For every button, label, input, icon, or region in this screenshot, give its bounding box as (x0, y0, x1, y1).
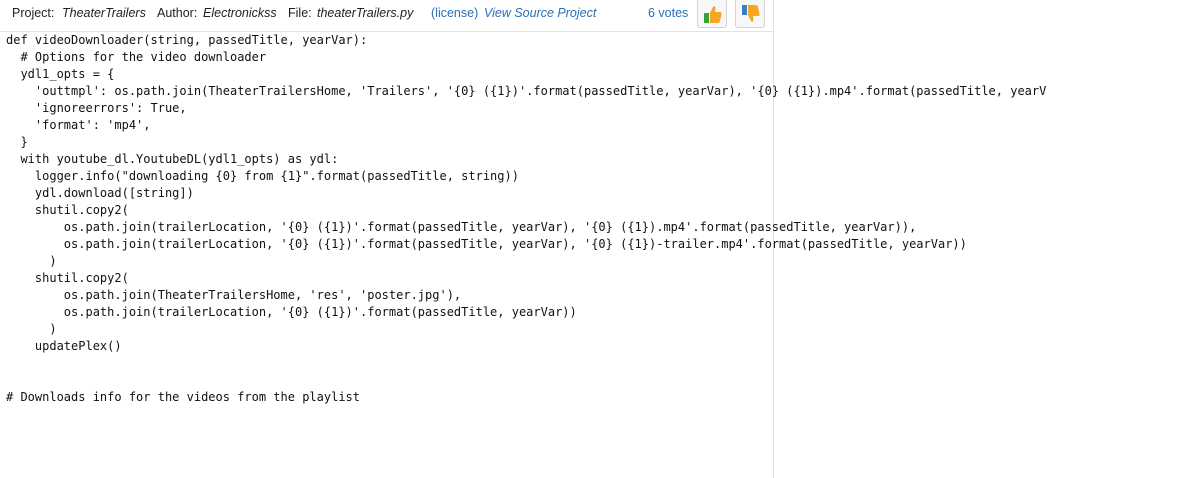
file-label: File: (288, 6, 312, 20)
thumbs-down-icon (742, 5, 760, 22)
file-name: theaterTrailers.py (317, 6, 414, 20)
code-line: os.path.join(TheaterTrailersHome, 'res',… (6, 288, 462, 302)
code-line: # Options for the video downloader (6, 50, 267, 64)
code-line: ydl1_opts = { (6, 67, 115, 81)
code-line: os.path.join(trailerLocation, '{0} ({1})… (6, 220, 917, 234)
code-line: ) (6, 322, 57, 336)
code-line: 'ignoreerrors': True, (6, 101, 187, 115)
example-header: Project: TheaterTrailers Author: Electro… (0, 0, 774, 32)
project-label: Project: (12, 6, 55, 20)
code-line: } (6, 135, 28, 149)
project-name: TheaterTrailers (62, 6, 146, 20)
downvote-button[interactable] (735, 0, 765, 28)
code-line: os.path.join(trailerLocation, '{0} ({1})… (6, 237, 967, 251)
license-link[interactable]: (license) (431, 6, 478, 20)
author-name: Electronickss (203, 6, 277, 20)
votes-count: 6 votes (648, 6, 689, 20)
code-line: with youtube_dl.YoutubeDL(ydl1_opts) as … (6, 152, 339, 166)
code-line: def videoDownloader(string, passedTitle,… (6, 33, 368, 47)
code-line: shutil.copy2( (6, 203, 129, 217)
code-line: 'format': 'mp4', (6, 118, 151, 132)
code-block: def videoDownloader(string, passedTitle,… (0, 32, 1195, 478)
code-line: ) (6, 254, 57, 268)
code-line: os.path.join(trailerLocation, '{0} ({1})… (6, 305, 577, 319)
thumbs-up-icon (704, 6, 722, 23)
view-source-link[interactable]: View Source Project (484, 6, 596, 20)
code-line: # Downloads info for the videos from the… (6, 390, 361, 404)
upvote-button[interactable] (697, 0, 727, 28)
code-line: 'outtmpl': os.path.join(TheaterTrailersH… (6, 84, 1047, 98)
code-line: updatePlex() (6, 339, 122, 353)
code-line: logger.info("downloading {0} from {1}".f… (6, 169, 519, 183)
code-line: shutil.copy2( (6, 271, 129, 285)
author-label: Author: (157, 6, 198, 20)
code-line: ydl.download([string]) (6, 186, 194, 200)
